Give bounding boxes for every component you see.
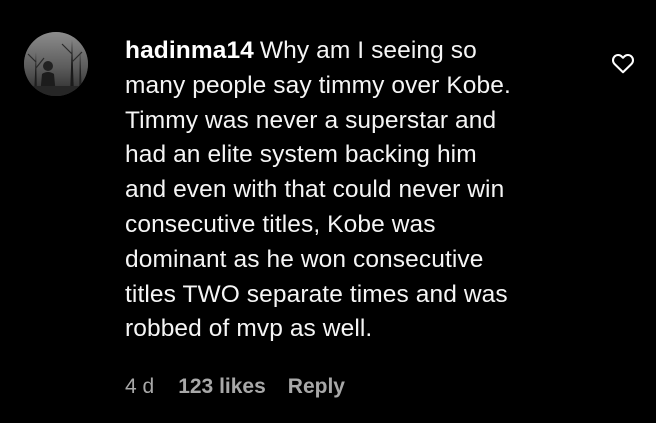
avatar[interactable]: [24, 32, 88, 96]
comment-text-line: dominant as he won consecutive: [125, 245, 484, 273]
username[interactable]: hadinma14: [125, 37, 254, 64]
avatar-photo: [24, 32, 88, 96]
comment-timestamp: 4 d: [125, 375, 155, 398]
comment-text-line: Why am I seeing so: [259, 37, 477, 64]
comment-text-line: Timmy was never a superstar and: [125, 106, 497, 134]
comment-body: hadinma14 Why am I seeing so many people …: [125, 34, 595, 347]
comment-text-line: robbed of mvp as well.: [125, 315, 373, 343]
comment: hadinma14 Why am I seeing so many people …: [0, 0, 656, 423]
comment-text-line: many people say timmy over Kobe.: [125, 71, 511, 99]
comment-text-line: consecutive titles, Kobe was: [125, 210, 436, 238]
likes-count[interactable]: 123 likes: [178, 375, 266, 398]
heart-outline-icon[interactable]: [610, 50, 636, 76]
reply-button[interactable]: Reply: [288, 375, 345, 398]
comment-text-line: had an elite system backing him: [125, 141, 477, 169]
comment-text-line: titles TWO separate times and was: [125, 280, 508, 308]
comment-meta: 4 d 123 likes Reply: [125, 372, 367, 402]
comment-text-line: and even with that could never win: [125, 176, 505, 204]
comment-line-1: hadinma14 Why am I seeing so: [125, 34, 595, 69]
heart-icon: [611, 53, 635, 74]
